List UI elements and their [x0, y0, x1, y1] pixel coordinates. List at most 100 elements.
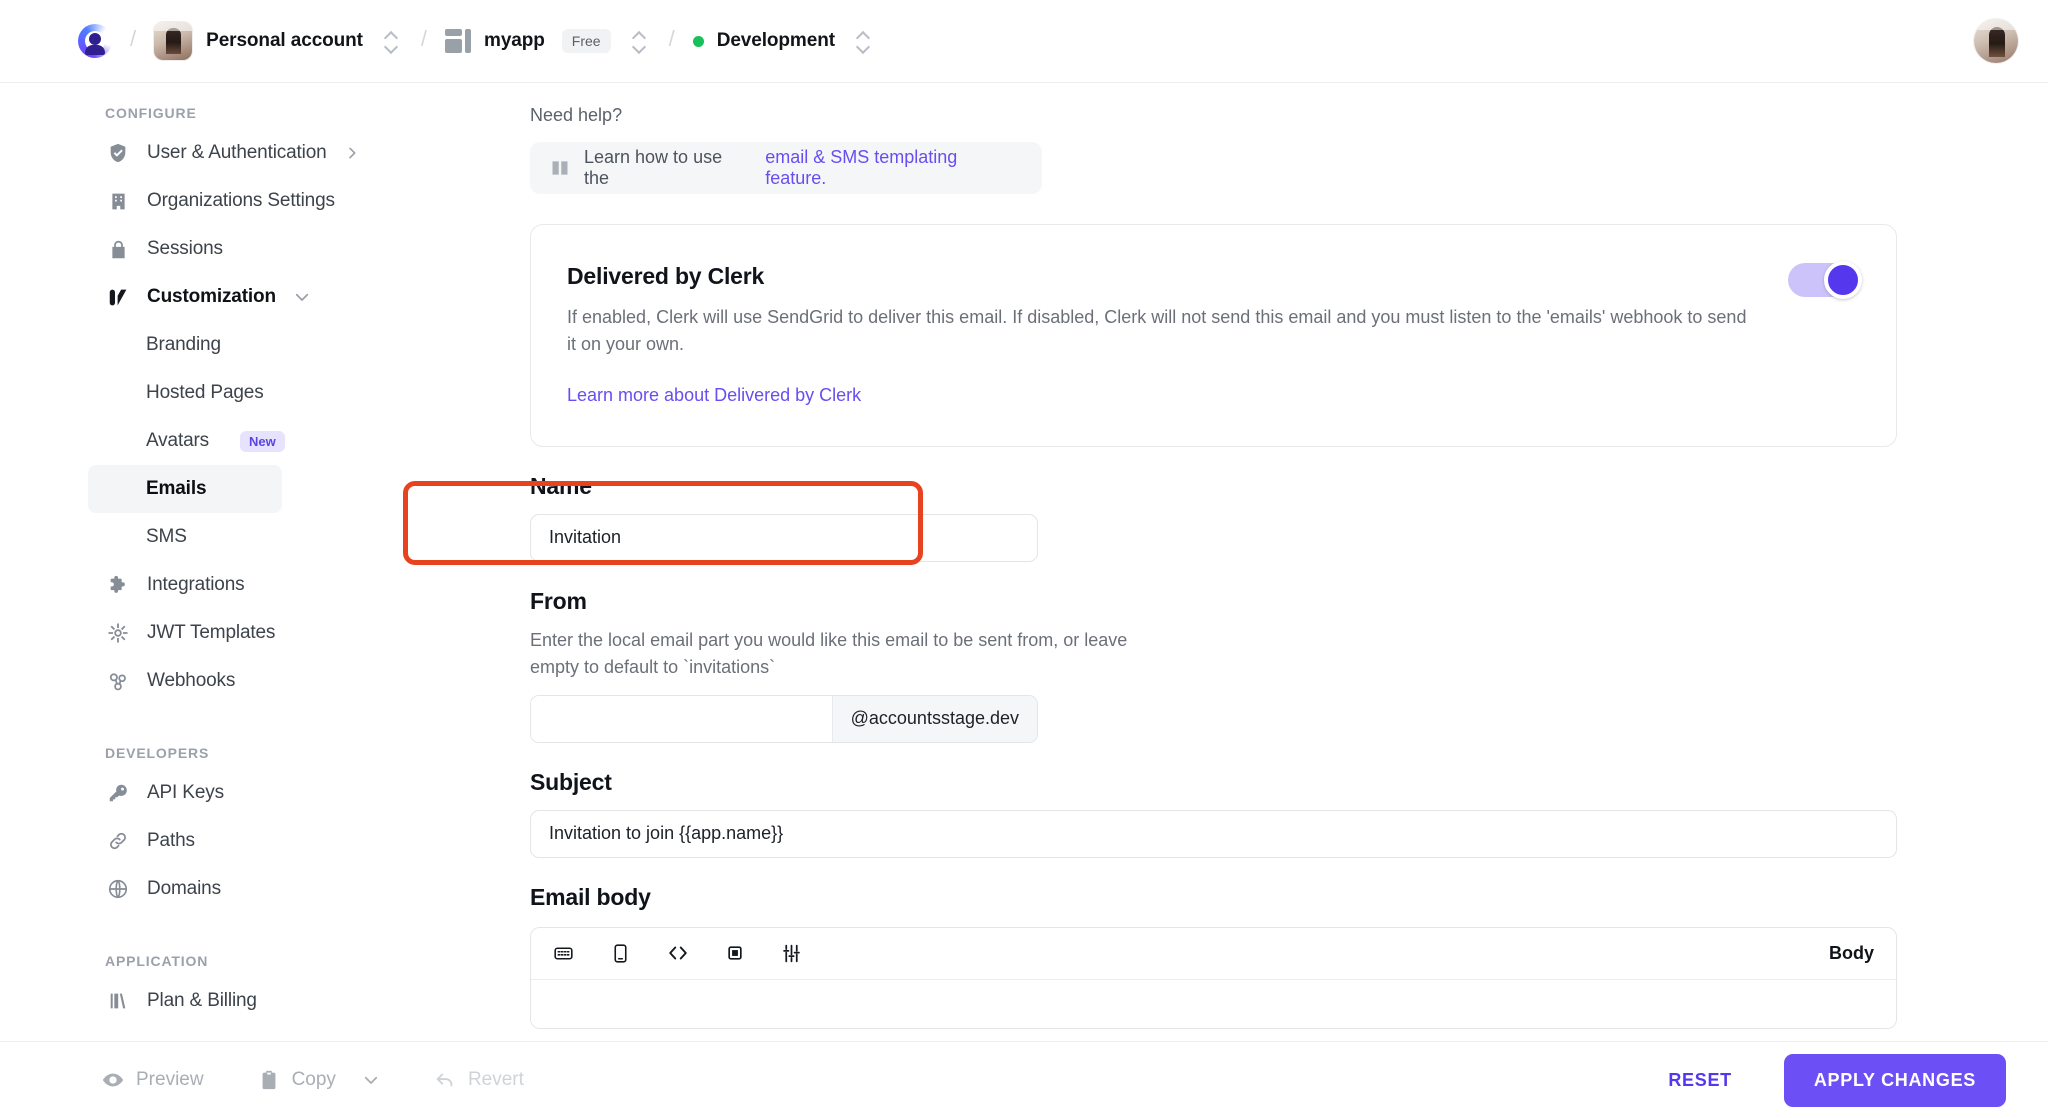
- breadcrumb-separator-3: /: [668, 26, 675, 51]
- delivered-by-clerk-toggle[interactable]: [1788, 261, 1862, 299]
- code-icon[interactable]: [667, 942, 689, 964]
- key-icon: [106, 781, 130, 805]
- preview-button[interactable]: Preview: [102, 1069, 204, 1091]
- sidebar-item-label: SMS: [146, 526, 187, 547]
- sidebar-item-api-keys[interactable]: API Keys: [88, 769, 282, 817]
- subject-input[interactable]: Invitation to join {{app.name}}: [530, 809, 1897, 858]
- from-field-group: From Enter the local email part you woul…: [530, 588, 1898, 743]
- name-input-value: Invitation: [549, 527, 622, 548]
- account-name-label: Personal account: [206, 30, 363, 51]
- from-input-row[interactable]: @accountsstage.dev: [530, 694, 1038, 743]
- sidebar-section-label-application: APPLICATION: [105, 953, 209, 969]
- subject-field-label: Subject: [530, 768, 612, 795]
- clerk-logo-head: [89, 33, 101, 45]
- link-icon: [106, 829, 130, 853]
- sidebar-item-organizations-settings[interactable]: Organizations Settings: [88, 177, 335, 225]
- learn-more-delivered-by-clerk-link[interactable]: Learn more about Delivered by Clerk: [567, 385, 861, 406]
- application-switcher[interactable]: myapp Free: [445, 29, 611, 53]
- chevron-down-icon: [858, 44, 868, 50]
- apply-changes-button[interactable]: APPLY CHANGES: [1783, 1053, 2006, 1107]
- chevron-up-icon: [634, 33, 644, 39]
- customization-icon: [106, 285, 130, 309]
- subject-field-group: Subject Invitation to join {{app.name}}: [530, 769, 1898, 858]
- email-body-textarea[interactable]: [531, 979, 1896, 1028]
- undo-arrow-icon: [434, 1069, 456, 1091]
- sidebar-item-label: Plan & Billing: [147, 990, 257, 1011]
- chevron-down-icon: [386, 44, 396, 50]
- eye-icon: [102, 1069, 124, 1091]
- app-name-label: myapp: [484, 30, 545, 51]
- shield-check-icon: [106, 141, 130, 165]
- sidebar-item-user-authentication[interactable]: User & Authentication: [88, 129, 356, 177]
- sidebar-item-paths[interactable]: Paths: [88, 817, 282, 865]
- sidebar-item-branding[interactable]: Branding: [88, 321, 282, 369]
- from-domain-suffix: @accountsstage.dev: [831, 695, 1037, 742]
- name-input[interactable]: Invitation: [530, 513, 1038, 562]
- chevron-down-icon: [362, 1071, 380, 1089]
- puzzle-icon: [106, 573, 130, 597]
- need-help-label: Need help?: [530, 105, 623, 125]
- reset-button[interactable]: RESET: [1652, 1060, 1748, 1101]
- sidebar-item-sessions[interactable]: Sessions: [88, 225, 282, 273]
- breadcrumb-separator-2: /: [420, 26, 428, 51]
- environment-switcher[interactable]: Development: [692, 30, 835, 52]
- sidebar-item-label: Emails: [146, 478, 207, 499]
- sidebar-item-avatars[interactable]: Avatars New: [88, 417, 285, 465]
- profile-avatar[interactable]: [1974, 19, 2018, 63]
- delivered-by-clerk-card: Delivered by Clerk If enabled, Clerk wil…: [530, 224, 1897, 447]
- environment-switcher-stepper-icon[interactable]: [851, 26, 875, 56]
- bottom-action-bar: Preview Copy Revert RESET APPLY CHANGES: [0, 1041, 2048, 1118]
- name-field-group: Name Invitation: [530, 473, 1898, 562]
- sidebar-item-label: Customization: [147, 286, 276, 307]
- account-avatar: [154, 22, 193, 60]
- mobile-preview-icon[interactable]: [610, 943, 631, 964]
- sidebar-item-jwt-templates[interactable]: JWT Templates: [88, 609, 282, 657]
- account-switcher-stepper-icon[interactable]: [379, 26, 403, 56]
- sidebar-item-label: Integrations: [147, 574, 245, 595]
- sidebar-section-label-configure: CONFIGURE: [105, 105, 197, 121]
- app-switcher-stepper-icon[interactable]: [627, 26, 651, 56]
- email-body-label: Email body: [530, 883, 651, 910]
- subject-input-value: Invitation to join {{app.name}}: [549, 823, 784, 844]
- templating-feature-link[interactable]: email & SMS templating feature.: [765, 147, 1022, 189]
- plan-badge: Free: [561, 29, 611, 53]
- chevron-up-icon: [858, 33, 868, 39]
- sidebar-item-domains[interactable]: Domains: [88, 865, 282, 913]
- copy-button[interactable]: Copy: [258, 1069, 380, 1091]
- sidebar-item-customization[interactable]: Customization: [88, 273, 309, 321]
- chevron-down-icon: [293, 288, 311, 306]
- building-icon: [106, 189, 130, 213]
- clerk-logo-icon[interactable]: [78, 24, 112, 58]
- environment-name-label: Development: [716, 30, 835, 51]
- asterisk-icon: [106, 621, 130, 645]
- book-icon: [550, 158, 570, 178]
- sidebar-item-sms[interactable]: SMS: [88, 513, 282, 561]
- email-body-toolbar: Body: [531, 927, 1896, 980]
- sidebar-item-label: Avatars: [146, 430, 210, 451]
- revert-label: Revert: [467, 1069, 524, 1090]
- bottom-bar-actions: RESET APPLY CHANGES: [1652, 1053, 2006, 1107]
- revert-button[interactable]: Revert: [434, 1069, 524, 1091]
- clerk-logo-body: [85, 45, 105, 55]
- sidebar-section-label-developers: DEVELOPERS: [105, 745, 210, 761]
- account-switcher[interactable]: Personal account: [154, 22, 363, 60]
- webhook-icon: [106, 669, 130, 693]
- sidebar-item-hosted-pages[interactable]: Hosted Pages: [88, 369, 282, 417]
- sidebar-item-webhooks[interactable]: Webhooks: [88, 657, 282, 705]
- sidebar-item-emails[interactable]: Emails: [88, 465, 282, 513]
- desktop-preview-icon[interactable]: [553, 943, 574, 964]
- sidebar-item-label: Sessions: [147, 238, 223, 259]
- email-body-tab-body[interactable]: Body: [1829, 943, 1874, 964]
- top-navigation-bar: / Personal account / myapp Free / Develo…: [0, 0, 2048, 83]
- copy-label: Copy: [291, 1069, 336, 1090]
- app-grid-icon: [445, 29, 472, 53]
- sliders-icon[interactable]: [781, 943, 802, 964]
- from-local-part-input[interactable]: [531, 695, 832, 742]
- sidebar-item-integrations[interactable]: Integrations: [88, 561, 282, 609]
- globe-icon: [106, 877, 130, 901]
- square-icon[interactable]: [725, 943, 745, 963]
- chevron-up-icon: [386, 33, 396, 39]
- sidebar-item-plan-billing[interactable]: Plan & Billing: [88, 977, 282, 1025]
- new-badge: New: [240, 430, 285, 452]
